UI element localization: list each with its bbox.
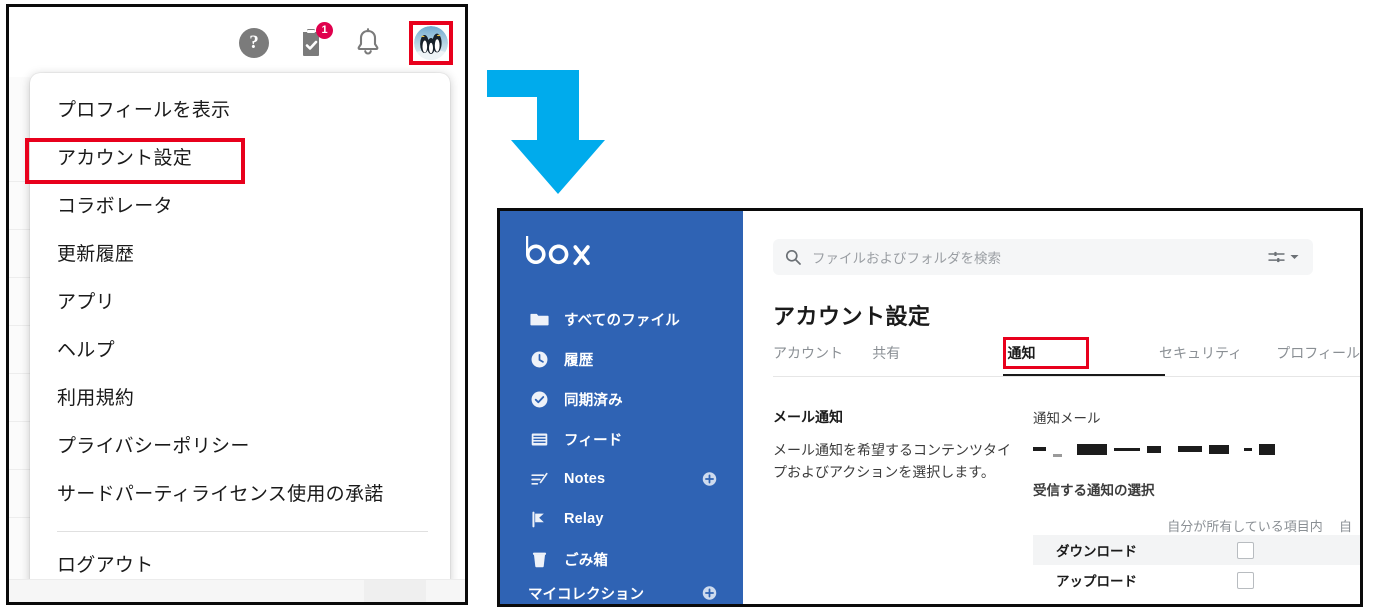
receive-notifications-label: 受信する通知の選択: [1033, 483, 1155, 498]
app-topbar: ? 1: [9, 7, 465, 77]
account-menu-button[interactable]: [409, 21, 453, 65]
sidebar-item-label: ごみ箱: [564, 552, 609, 569]
notification-email-value-redacted: [1033, 441, 1360, 457]
sidebar-item-label: フィード: [564, 432, 623, 449]
check-circle-icon: [528, 388, 550, 410]
sidebar-item-notes[interactable]: Notes: [500, 459, 743, 499]
menu-item-view-profile[interactable]: プロフィールを表示: [30, 87, 450, 135]
box-main-content: ファイルおよびフォルダを検索 アカウント設定 アカウント 共有 通知 セキュリテ…: [743, 211, 1360, 604]
sidebar-item-trash[interactable]: ごみ箱: [500, 539, 743, 579]
tab-profile[interactable]: プロフィール: [1276, 343, 1360, 373]
menu-item-help[interactable]: ヘルプ: [30, 327, 450, 375]
sidebar-item-relay[interactable]: Relay: [500, 499, 743, 539]
tab-account[interactable]: アカウント: [773, 343, 872, 373]
sidebar-item-my-collections[interactable]: マイコレクション: [500, 576, 743, 604]
user-avatar-penguins: [414, 26, 448, 60]
tab-notifications[interactable]: 通知: [1003, 343, 1165, 377]
menu-item-terms-of-use[interactable]: 利用規約: [30, 375, 450, 423]
tab-security[interactable]: セキュリティ: [1159, 343, 1276, 373]
table-row: アップロード: [1033, 565, 1360, 595]
search-icon: [785, 249, 801, 265]
menu-item-collaborators[interactable]: コラボレータ: [30, 183, 450, 231]
menu-item-apps[interactable]: アプリ: [30, 279, 450, 327]
sliders-icon: [1268, 251, 1285, 262]
column-header-owned-items: 自分が所有している項目内: [1167, 519, 1323, 534]
box-logo: [526, 236, 606, 272]
table-header-row: 自分が所有している項目内 自: [1033, 511, 1360, 535]
sidebar-item-all-files[interactable]: すべてのファイル: [500, 299, 743, 339]
sidebar-item-label: Relay: [564, 511, 604, 527]
menu-item-account-settings[interactable]: アカウント設定: [30, 135, 450, 183]
checkbox-download-owned[interactable]: [1236, 541, 1254, 559]
relay-icon: [528, 508, 550, 530]
notification-email-section: 通知メール 受信する通知の選択: [1033, 407, 1360, 517]
row-label-download: ダウンロード: [1056, 544, 1137, 559]
menu-item-update-history[interactable]: 更新履歴: [30, 231, 450, 279]
background-rows: [9, 77, 30, 602]
add-note-plus-icon[interactable]: [702, 472, 717, 487]
screenshot-stage: ? 1 プロフィールを表示 アカウント設定 コラボレータ 更新履歴 アプリ ヘル…: [0, 0, 1379, 611]
checkbox-upload-owned[interactable]: [1236, 571, 1254, 589]
row-label-upload: アップロード: [1056, 574, 1137, 589]
box-sidebar-nav: すべてのファイル 履歴 同期済み フィード Notes Relay ごみ箱: [500, 299, 743, 579]
menu-divider: [57, 531, 428, 532]
menu-item-privacy-policy[interactable]: プライバシーポリシー: [30, 423, 450, 471]
notification-email-label: 通知メール: [1033, 411, 1101, 426]
sidebar-item-history[interactable]: 履歴: [500, 339, 743, 379]
account-dropdown-menu: プロフィールを表示 アカウント設定 コラボレータ 更新履歴 アプリ ヘルプ 利用…: [30, 73, 450, 589]
sidebar-item-feed[interactable]: フィード: [500, 419, 743, 459]
tasks-button[interactable]: 1: [295, 22, 333, 59]
clock-icon: [528, 348, 550, 370]
elbow-arrow-right-down-icon: [487, 70, 617, 205]
feed-icon: [528, 428, 550, 450]
search-filter-button[interactable]: [1268, 251, 1299, 264]
column-header-truncated: 自: [1339, 519, 1353, 534]
sidebar-item-label: Notes: [564, 471, 606, 487]
tabs-underline: [773, 376, 1360, 377]
topbar-icon-group: ? 1: [239, 21, 453, 65]
table-row: ダウンロード: [1033, 535, 1360, 565]
sidebar-item-label: 履歴: [564, 352, 594, 369]
add-collection-plus-icon[interactable]: [702, 586, 717, 601]
email-notifications-description: メール通知を希望するコンテンツタイプおよびアクションを選択します。: [773, 442, 1011, 480]
search-input[interactable]: ファイルおよびフォルダを検索: [812, 247, 1268, 267]
left-panel-account-menu: ? 1 プロフィールを表示 アカウント設定 コラボレータ 更新履歴 アプリ ヘル…: [6, 4, 468, 605]
sidebar-item-label: 同期済み: [564, 392, 623, 409]
page-title: アカウント設定: [773, 304, 931, 329]
settings-tabs: アカウント 共有 通知 セキュリティ プロフィール: [773, 343, 1360, 377]
sidebar-item-label: マイコレクション: [528, 586, 644, 603]
page-bottom-strip: [9, 579, 465, 602]
notifications-table: 自分が所有している項目内 自 ダウンロード アップロード: [1033, 511, 1360, 595]
sidebar-item-synced[interactable]: 同期済み: [500, 379, 743, 419]
email-notifications-section: メール通知 メール通知を希望するコンテンツタイプおよびアクションを選択します。: [773, 407, 1011, 483]
notes-icon: [528, 468, 550, 490]
help-circle-icon[interactable]: ?: [239, 28, 269, 58]
menu-item-third-party-licenses[interactable]: サードパーティライセンス使用の承諾: [30, 471, 450, 519]
tasks-badge: 1: [316, 22, 333, 39]
box-sidebar: すべてのファイル 履歴 同期済み フィード Notes Relay ごみ箱 マイ…: [500, 211, 743, 604]
right-panel-box-app: すべてのファイル 履歴 同期済み フィード Notes Relay ごみ箱 マイ…: [497, 208, 1363, 607]
notifications-button[interactable]: [353, 27, 383, 59]
sidebar-item-label: すべてのファイル: [564, 312, 681, 329]
email-notifications-heading: メール通知: [773, 409, 843, 425]
chevron-down-icon: [1290, 255, 1299, 259]
tab-sharing[interactable]: 共有: [872, 343, 1007, 373]
folder-icon: [528, 308, 550, 330]
trash-icon: [528, 548, 550, 570]
search-bar[interactable]: ファイルおよびフォルダを検索: [773, 239, 1313, 275]
bell-icon: [357, 28, 379, 55]
